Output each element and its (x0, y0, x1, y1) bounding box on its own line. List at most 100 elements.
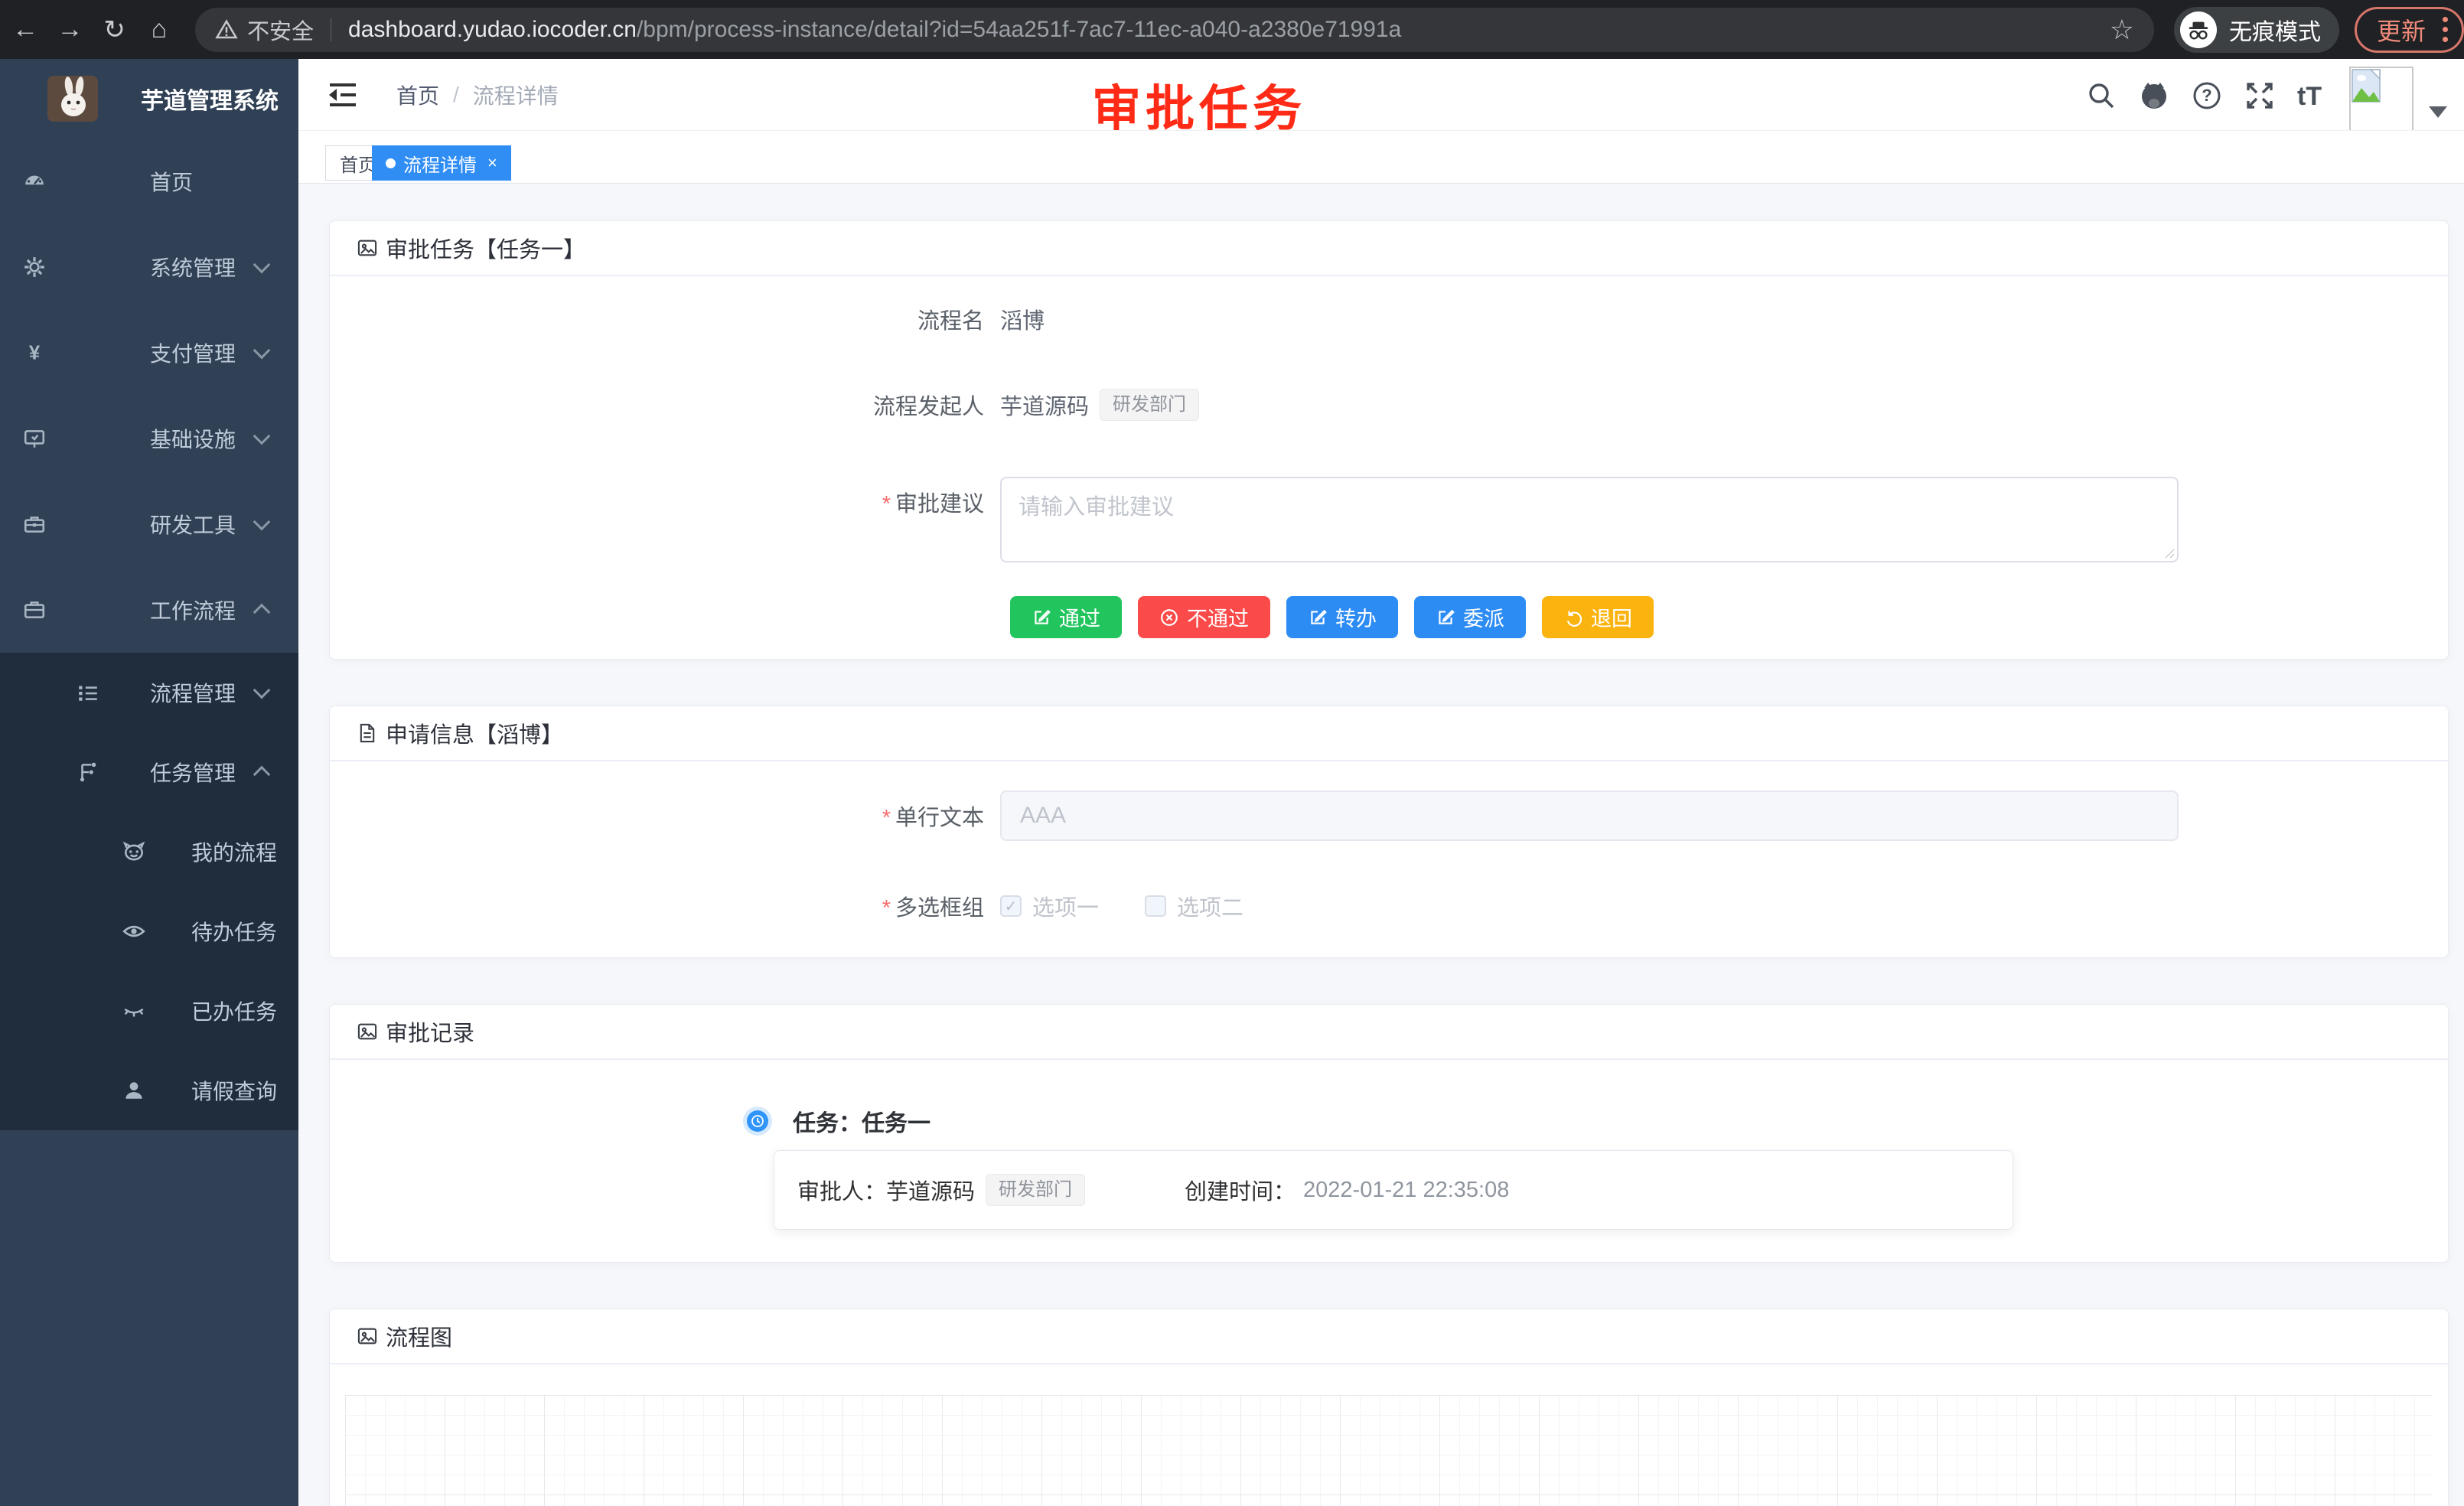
breadcrumb-current: 流程详情 (473, 80, 559, 110)
card-title: 流程图 (386, 1320, 452, 1352)
create-time-value: 2022-01-21 22:35:08 (1303, 1178, 1509, 1203)
resize-grip-icon[interactable] (2163, 546, 2175, 559)
sidebar-item-home[interactable]: 首页 (0, 139, 298, 224)
reject-button[interactable]: 不通过 (1138, 596, 1270, 638)
required-asterisk: * (882, 896, 891, 921)
sidebar-item-label: 研发工具 (150, 509, 236, 539)
sidebar-item-label: 首页 (150, 166, 193, 197)
checkbox-group-label: *多选框组 (739, 890, 984, 922)
approve-actions-row: 通过 不通过 转办 委 (330, 596, 2448, 638)
fullscreen-icon[interactable] (2244, 80, 2275, 111)
checkbox-option-2: 选项二 (1145, 890, 1243, 922)
font-size-icon[interactable]: tT (2297, 82, 2322, 112)
sidebar-item-infrastructure[interactable]: 基础设施 (0, 396, 298, 481)
user-icon (122, 1079, 145, 1102)
opinion-placeholder: 请输入审批建议 (1019, 489, 1174, 521)
tab-process-detail[interactable]: 流程详情 × (372, 145, 511, 181)
security-label[interactable]: 不安全 (247, 14, 314, 46)
initiator-label: 流程发起人 (739, 389, 984, 421)
toolbox-icon (23, 513, 46, 536)
tags-view-bar: 首页 流程详情 × (298, 130, 2464, 184)
face-icon (122, 840, 145, 863)
tab-label: 首页 (340, 150, 376, 177)
sidebar-item-done-tasks[interactable]: 已办任务 (0, 971, 298, 1051)
breadcrumb-separator: / (453, 83, 459, 107)
close-tab-icon[interactable]: × (487, 155, 497, 171)
pass-button[interactable]: 通过 (1010, 596, 1122, 638)
sidebar-collapse-icon[interactable] (325, 77, 360, 112)
monitor-icon (23, 427, 46, 450)
assignee-name: 芋道源码 (886, 1174, 975, 1206)
approve-record-panel: 审批人： 芋道源码 研发部门 创建时间： 2022-01-21 22:35:08 (774, 1150, 2013, 1230)
sidebar-item-label: 系统管理 (150, 252, 236, 282)
sidebar-item-label: 请假查询 (191, 1075, 277, 1106)
document-icon (357, 722, 378, 744)
edit-icon (1032, 608, 1051, 628)
avatar[interactable] (2349, 67, 2413, 134)
opinion-textarea[interactable]: 请输入审批建议 (1000, 477, 2179, 562)
workflow-submenu: 流程管理 任务管理 我的流程 待办任务 (0, 653, 298, 1130)
address-bar[interactable]: 不安全 dashboard.yudao.iocoder.cn/bpm/proce… (195, 8, 2154, 52)
main-content: 审批任务【任务一】 流程名 滔博 流程发起人 芋道源码 研发部门 *审批建议 请… (298, 184, 2464, 1506)
apply-info-card-header: 申请信息【滔博】 (330, 706, 2448, 761)
warning-icon (215, 18, 238, 41)
process-diagram-card: 流程图 (329, 1309, 2449, 1506)
required-asterisk: * (882, 492, 891, 517)
initiator-dept-tag: 研发部门 (1100, 389, 1199, 421)
browser-back-button[interactable]: ← (6, 8, 44, 51)
sidebar-item-my-process[interactable]: 我的流程 (0, 812, 298, 892)
chevron-down-icon (253, 513, 271, 531)
help-icon[interactable]: ? (2192, 80, 2222, 111)
single-text-value: AAA (1020, 803, 1066, 829)
edit-icon (1436, 608, 1455, 628)
browser-home-button[interactable]: ⌂ (140, 8, 178, 51)
breadcrumb-home[interactable]: 首页 (396, 80, 439, 110)
return-button[interactable]: 退回 (1542, 596, 1654, 638)
checkbox-group: ✓ 选项一 选项二 (1000, 890, 1289, 922)
transfer-button[interactable]: 转办 (1286, 596, 1398, 638)
card-title: 审批任务【任务一】 (386, 232, 585, 264)
app-title: 芋道管理系统 (141, 82, 279, 116)
sidebar-item-system[interactable]: 系统管理 (0, 224, 298, 310)
delegate-button[interactable]: 委派 (1414, 596, 1526, 638)
browser-chrome: ← → ↻ ⌂ 不安全 dashboard.yudao.iocoder.cn/b… (0, 0, 2464, 59)
broken-image-icon (2351, 68, 2386, 106)
sidebar-item-process-management[interactable]: 流程管理 (0, 653, 298, 732)
single-text-input: AAA (1000, 790, 2179, 841)
sidebar-item-devtools[interactable]: 研发工具 (0, 481, 298, 567)
process-name-row: 流程名 滔博 (330, 302, 2448, 336)
browser-forward-button[interactable]: → (51, 8, 89, 51)
app-logo (47, 76, 98, 122)
checkbox-label: 选项二 (1177, 890, 1243, 922)
eye-closed-icon (122, 999, 145, 1022)
bookmark-star-icon[interactable]: ☆ (2110, 14, 2134, 46)
edit-icon (1308, 608, 1328, 628)
sidebar-item-label: 任务管理 (150, 757, 236, 787)
browser-menu-icon[interactable] (2443, 15, 2448, 44)
approve-record-card: 审批记录 任务：任务一 审批人： 芋道源码 研发部门 创建时间： 2022-01… (329, 1004, 2449, 1263)
approve-record-card-header: 审批记录 (330, 1005, 2448, 1060)
sidebar-item-workflow[interactable]: 工作流程 (0, 567, 298, 653)
checkbox-label: 选项一 (1032, 890, 1099, 922)
github-icon[interactable] (2139, 80, 2169, 111)
app-logo-row: 芋道管理系统 (0, 59, 298, 139)
active-tab-dot (386, 158, 396, 168)
url-path: /bpm/process-instance/detail?id=54aa251f… (637, 17, 1401, 43)
sidebar-item-todo-tasks[interactable]: 待办任务 (0, 892, 298, 971)
sidebar-item-payment[interactable]: ¥ 支付管理 (0, 310, 298, 396)
single-text-label: *单行文本 (739, 800, 984, 832)
assignee-dept-tag: 研发部门 (986, 1174, 1085, 1206)
update-button[interactable]: 更新 (2355, 7, 2464, 53)
svg-text:?: ? (2202, 86, 2211, 105)
avatar-dropdown-caret-icon[interactable] (2429, 106, 2447, 118)
sidebar-item-task-management[interactable]: 任务管理 (0, 732, 298, 812)
bpmn-canvas[interactable] (345, 1395, 2433, 1506)
browser-reload-button[interactable]: ↻ (96, 8, 134, 51)
tab-label: 流程详情 (403, 150, 477, 177)
checkbox-option-1: ✓ 选项一 (1000, 890, 1099, 922)
chevron-down-icon (253, 342, 271, 360)
search-icon[interactable] (2086, 80, 2117, 111)
chevron-down-icon (253, 428, 271, 445)
picture-icon (357, 1021, 378, 1042)
sidebar-item-leave-query[interactable]: 请假查询 (0, 1051, 298, 1130)
